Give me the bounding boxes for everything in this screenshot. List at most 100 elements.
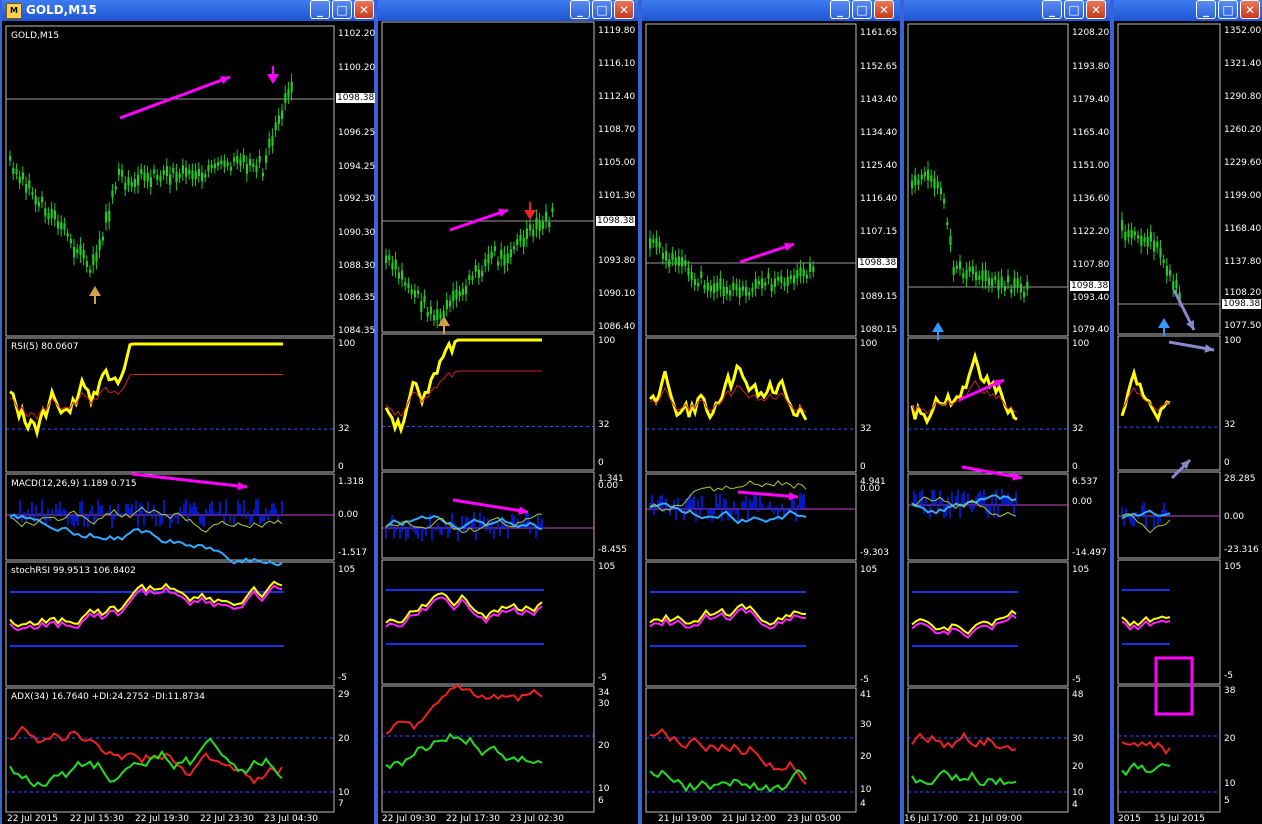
candle	[965, 269, 968, 280]
candle	[777, 276, 780, 281]
price-tick: 1116.10	[598, 59, 636, 69]
adx-scale: 6	[598, 796, 604, 806]
candle	[9, 155, 12, 161]
rsi-scale: 100	[338, 339, 356, 349]
candle	[1137, 235, 1140, 239]
current-price-tag: 1098.38	[1070, 281, 1110, 291]
rsi-scale: 32	[598, 420, 610, 430]
candle	[1007, 275, 1010, 283]
date-tick: 2015	[1118, 814, 1141, 824]
adx-scale: 4	[1072, 800, 1078, 810]
price-tick: 1080.15	[860, 325, 898, 335]
date-tick: 22 Jul 15:30	[70, 814, 124, 824]
candle	[519, 235, 522, 242]
candle	[66, 233, 69, 237]
candle	[420, 301, 423, 312]
macd-scale: 0.00	[338, 510, 359, 520]
candle	[471, 276, 474, 280]
chart-window-3[interactable]: _ □ ✕ 1161.65 1152.65 1143.40 1134.40 11…	[640, 0, 902, 824]
chart-window-1[interactable]: M GOLD,M15 _ □ ✕ GOLD,M15 RSI(5) 80.0607…	[0, 0, 376, 824]
candle	[474, 265, 477, 272]
rsi-line	[9, 342, 283, 439]
price-tick: 1108.20	[1224, 288, 1262, 298]
adx-minus-di-line	[911, 731, 1017, 752]
candle	[735, 284, 738, 291]
up-signal-arrow	[932, 322, 944, 332]
candle	[745, 286, 748, 296]
price-tick: 1102.20	[338, 29, 376, 39]
pane-border-adx	[5, 687, 335, 813]
price-tick: 1199.00	[1224, 191, 1262, 201]
candle	[465, 285, 468, 295]
candle	[955, 265, 958, 269]
candle	[1121, 219, 1124, 231]
stoch-scale: 105	[1072, 565, 1090, 575]
candle	[671, 253, 674, 260]
candle	[1169, 270, 1172, 276]
adx-scale: 10	[338, 788, 350, 798]
chart-canvas-4[interactable]	[904, 0, 1114, 824]
date-tick: 22 Jul 23:30	[200, 814, 254, 824]
candle	[516, 239, 519, 246]
candle	[197, 168, 200, 177]
candle	[461, 288, 464, 295]
stoch-scale: -5	[1224, 671, 1233, 681]
candle	[284, 93, 287, 103]
pane-border-main	[381, 21, 595, 333]
candle	[1140, 236, 1143, 246]
candle	[991, 278, 994, 286]
candle	[751, 287, 754, 293]
chart-canvas-3[interactable]	[642, 0, 904, 824]
price-tick: 1094.25	[338, 162, 376, 172]
date-tick: 21 Jul 12:00	[722, 814, 776, 824]
price-tick: 1260.20	[1224, 125, 1262, 135]
candle	[1127, 229, 1130, 238]
candle	[490, 251, 493, 259]
price-tick: 1096.25	[338, 128, 376, 138]
divergence-arrow-head	[788, 491, 798, 501]
adx-plus-di-line	[385, 732, 543, 770]
candle	[98, 239, 101, 250]
rsi-label: RSI(5) 80.0607	[11, 342, 79, 352]
candle	[789, 275, 792, 280]
macd-scale: -14.497	[1072, 548, 1107, 558]
pane-border-macd	[381, 471, 595, 559]
rsi-scale: 32	[1072, 424, 1084, 434]
candle	[242, 154, 245, 163]
price-tick: 1165.40	[1072, 128, 1110, 138]
candle	[41, 196, 44, 203]
candle	[274, 122, 277, 131]
candle	[445, 299, 448, 310]
chart-label: GOLD,M15	[11, 31, 60, 41]
candle	[140, 169, 143, 175]
chart-window-4[interactable]: _ □ ✕ 1208.20 1193.80 1179.40 1165.40 11…	[902, 0, 1112, 824]
pane-border-main	[645, 23, 857, 337]
price-tick: 1352.00	[1224, 26, 1262, 36]
candle	[57, 221, 60, 229]
chart-canvas-5[interactable]	[1114, 0, 1262, 824]
adx-plus-di-line	[9, 737, 283, 788]
candle	[802, 269, 805, 277]
candle	[732, 282, 735, 290]
stoch-scale: -5	[860, 675, 869, 685]
candle	[404, 282, 407, 286]
rsi-scale: 32	[860, 424, 872, 434]
candle	[239, 159, 242, 166]
date-tick: 22 Jul 17:30	[446, 814, 500, 824]
candle	[709, 285, 712, 292]
candle	[281, 110, 284, 119]
candle	[1175, 280, 1178, 289]
chart-window-5[interactable]: _ □ ✕ 1352.00 1321.40 1290.80 1260.20 12…	[1112, 0, 1262, 824]
up-signal-arrow	[89, 286, 101, 296]
divergence-arrow	[131, 472, 248, 489]
candle	[1143, 237, 1146, 242]
candle	[509, 249, 512, 258]
candle	[1013, 278, 1016, 288]
chart-window-2[interactable]: _ □ ✕ 1119.80 1116.10 1112.40 1108.70 11…	[376, 0, 640, 824]
divergence-arrow	[737, 490, 799, 499]
candle	[429, 306, 432, 315]
adx-label: ADX(34) 16.7640 +DI:24.2752 -DI:11.8734	[11, 692, 205, 702]
candle	[943, 198, 946, 204]
price-tick: 1112.40	[598, 92, 636, 102]
price-tick: 1100.20	[338, 63, 376, 73]
